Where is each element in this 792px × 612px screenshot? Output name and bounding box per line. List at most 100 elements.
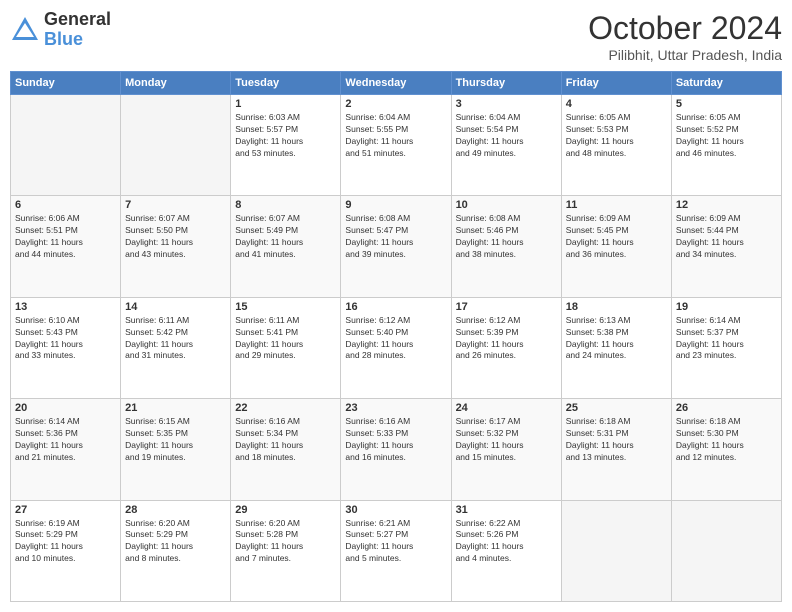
calendar-week-row: 20 Sunrise: 6:14 AM Sunset: 5:36 PM Dayli…: [11, 399, 782, 500]
calendar-week-row: 6Sunrise: 6:06 AM Sunset: 5:51 PM Daylig…: [11, 196, 782, 297]
calendar-cell: 9 Sunrise: 6:08 AM Sunset: 5:47 PM Daylig…: [341, 196, 451, 297]
calendar-cell: 13 Sunrise: 6:10 AM Sunset: 5:43 PM Dayli…: [11, 297, 121, 398]
calendar-cell: 6Sunrise: 6:06 AM Sunset: 5:51 PM Daylig…: [11, 196, 121, 297]
cell-details: Sunrise: 6:08 AM Sunset: 5:46 PM Dayligh…: [456, 213, 557, 261]
calendar-cell: 22 Sunrise: 6:16 AM Sunset: 5:34 PM Dayli…: [231, 399, 341, 500]
day-number: 11: [566, 199, 667, 211]
day-number: 22: [235, 402, 336, 414]
day-number: 19: [676, 301, 777, 313]
calendar-cell: 23Sunrise: 6:16 AM Sunset: 5:33 PM Dayli…: [341, 399, 451, 500]
calendar-table: SundayMondayTuesdayWednesdayThursdayFrid…: [10, 71, 782, 602]
calendar-cell: 3 Sunrise: 6:04 AM Sunset: 5:54 PM Daylig…: [451, 95, 561, 196]
day-number: 10: [456, 199, 557, 211]
day-number: 3: [456, 98, 557, 110]
month-title: October 2024: [588, 10, 782, 47]
cell-details: Sunrise: 6:18 AM Sunset: 5:30 PM Dayligh…: [676, 416, 777, 464]
calendar-header-tuesday: Tuesday: [231, 72, 341, 95]
calendar-cell: 25 Sunrise: 6:18 AM Sunset: 5:31 PM Dayli…: [561, 399, 671, 500]
day-number: 27: [15, 504, 116, 516]
cell-details: Sunrise: 6:16 AM Sunset: 5:34 PM Dayligh…: [235, 416, 336, 464]
calendar-cell: [671, 500, 781, 601]
day-number: 30: [345, 504, 446, 516]
day-number: 20: [15, 402, 116, 414]
calendar-header-sunday: Sunday: [11, 72, 121, 95]
cell-details: Sunrise: 6:15 AM Sunset: 5:35 PM Dayligh…: [125, 416, 226, 464]
calendar-header-monday: Monday: [121, 72, 231, 95]
cell-details: Sunrise: 6:17 AM Sunset: 5:32 PM Dayligh…: [456, 416, 557, 464]
cell-details: Sunrise: 6:19 AM Sunset: 5:29 PM Dayligh…: [15, 518, 116, 566]
calendar-cell: 2 Sunrise: 6:04 AM Sunset: 5:55 PM Daylig…: [341, 95, 451, 196]
day-number: 26: [676, 402, 777, 414]
calendar-cell: 15 Sunrise: 6:11 AM Sunset: 5:41 PM Dayli…: [231, 297, 341, 398]
page: General Blue October 2024 Pilibhit, Utta…: [0, 0, 792, 612]
cell-details: Sunrise: 6:09 AM Sunset: 5:45 PM Dayligh…: [566, 213, 667, 261]
day-number: 29: [235, 504, 336, 516]
cell-details: Sunrise: 6:20 AM Sunset: 5:29 PM Dayligh…: [125, 518, 226, 566]
calendar-cell: 5 Sunrise: 6:05 AM Sunset: 5:52 PM Daylig…: [671, 95, 781, 196]
day-number: 24: [456, 402, 557, 414]
calendar-cell: [121, 95, 231, 196]
day-number: 2: [345, 98, 446, 110]
day-number: 5: [676, 98, 777, 110]
logo-blue: Blue: [44, 30, 111, 50]
calendar-cell: 1Sunrise: 6:03 AM Sunset: 5:57 PM Daylig…: [231, 95, 341, 196]
cell-details: Sunrise: 6:21 AM Sunset: 5:27 PM Dayligh…: [345, 518, 446, 566]
day-number: 17: [456, 301, 557, 313]
logo-text: General Blue: [44, 10, 111, 50]
cell-details: Sunrise: 6:12 AM Sunset: 5:40 PM Dayligh…: [345, 315, 446, 363]
day-number: 12: [676, 199, 777, 211]
cell-details: Sunrise: 6:12 AM Sunset: 5:39 PM Dayligh…: [456, 315, 557, 363]
cell-details: Sunrise: 6:05 AM Sunset: 5:52 PM Dayligh…: [676, 112, 777, 160]
cell-details: Sunrise: 6:11 AM Sunset: 5:41 PM Dayligh…: [235, 315, 336, 363]
calendar-cell: 16Sunrise: 6:12 AM Sunset: 5:40 PM Dayli…: [341, 297, 451, 398]
cell-details: Sunrise: 6:14 AM Sunset: 5:37 PM Dayligh…: [676, 315, 777, 363]
day-number: 9: [345, 199, 446, 211]
calendar-header-saturday: Saturday: [671, 72, 781, 95]
calendar-cell: 18 Sunrise: 6:13 AM Sunset: 5:38 PM Dayli…: [561, 297, 671, 398]
day-number: 18: [566, 301, 667, 313]
logo-general: General: [44, 10, 111, 30]
cell-details: Sunrise: 6:20 AM Sunset: 5:28 PM Dayligh…: [235, 518, 336, 566]
calendar-header-row: SundayMondayTuesdayWednesdayThursdayFrid…: [11, 72, 782, 95]
calendar-week-row: 13 Sunrise: 6:10 AM Sunset: 5:43 PM Dayli…: [11, 297, 782, 398]
calendar-cell: 31 Sunrise: 6:22 AM Sunset: 5:26 PM Dayli…: [451, 500, 561, 601]
calendar-cell: 10 Sunrise: 6:08 AM Sunset: 5:46 PM Dayli…: [451, 196, 561, 297]
day-number: 31: [456, 504, 557, 516]
calendar-cell: 28Sunrise: 6:20 AM Sunset: 5:29 PM Dayli…: [121, 500, 231, 601]
calendar-cell: 17 Sunrise: 6:12 AM Sunset: 5:39 PM Dayli…: [451, 297, 561, 398]
cell-details: Sunrise: 6:13 AM Sunset: 5:38 PM Dayligh…: [566, 315, 667, 363]
calendar-cell: 8Sunrise: 6:07 AM Sunset: 5:49 PM Daylig…: [231, 196, 341, 297]
calendar-cell: 12 Sunrise: 6:09 AM Sunset: 5:44 PM Dayli…: [671, 196, 781, 297]
calendar-cell: 4Sunrise: 6:05 AM Sunset: 5:53 PM Daylig…: [561, 95, 671, 196]
cell-details: Sunrise: 6:05 AM Sunset: 5:53 PM Dayligh…: [566, 112, 667, 160]
header: General Blue October 2024 Pilibhit, Utta…: [10, 10, 782, 63]
calendar-cell: 21 Sunrise: 6:15 AM Sunset: 5:35 PM Dayli…: [121, 399, 231, 500]
calendar-cell: 30 Sunrise: 6:21 AM Sunset: 5:27 PM Dayli…: [341, 500, 451, 601]
cell-details: Sunrise: 6:04 AM Sunset: 5:55 PM Dayligh…: [345, 112, 446, 160]
calendar-cell: 20 Sunrise: 6:14 AM Sunset: 5:36 PM Dayli…: [11, 399, 121, 500]
cell-details: Sunrise: 6:14 AM Sunset: 5:36 PM Dayligh…: [15, 416, 116, 464]
cell-details: Sunrise: 6:09 AM Sunset: 5:44 PM Dayligh…: [676, 213, 777, 261]
cell-details: Sunrise: 6:03 AM Sunset: 5:57 PM Dayligh…: [235, 112, 336, 160]
cell-details: Sunrise: 6:10 AM Sunset: 5:43 PM Dayligh…: [15, 315, 116, 363]
calendar-header-wednesday: Wednesday: [341, 72, 451, 95]
cell-details: Sunrise: 6:04 AM Sunset: 5:54 PM Dayligh…: [456, 112, 557, 160]
day-number: 15: [235, 301, 336, 313]
day-number: 6: [15, 199, 116, 211]
logo-icon: [10, 15, 40, 45]
calendar-cell: 26 Sunrise: 6:18 AM Sunset: 5:30 PM Dayli…: [671, 399, 781, 500]
subtitle: Pilibhit, Uttar Pradesh, India: [588, 47, 782, 63]
cell-details: Sunrise: 6:22 AM Sunset: 5:26 PM Dayligh…: [456, 518, 557, 566]
calendar-cell: 11 Sunrise: 6:09 AM Sunset: 5:45 PM Dayli…: [561, 196, 671, 297]
day-number: 21: [125, 402, 226, 414]
day-number: 25: [566, 402, 667, 414]
day-number: 23: [345, 402, 446, 414]
cell-details: Sunrise: 6:08 AM Sunset: 5:47 PM Dayligh…: [345, 213, 446, 261]
cell-details: Sunrise: 6:18 AM Sunset: 5:31 PM Dayligh…: [566, 416, 667, 464]
cell-details: Sunrise: 6:07 AM Sunset: 5:50 PM Dayligh…: [125, 213, 226, 261]
title-area: October 2024 Pilibhit, Uttar Pradesh, In…: [588, 10, 782, 63]
cell-details: Sunrise: 6:07 AM Sunset: 5:49 PM Dayligh…: [235, 213, 336, 261]
day-number: 14: [125, 301, 226, 313]
calendar-cell: [11, 95, 121, 196]
day-number: 13: [15, 301, 116, 313]
